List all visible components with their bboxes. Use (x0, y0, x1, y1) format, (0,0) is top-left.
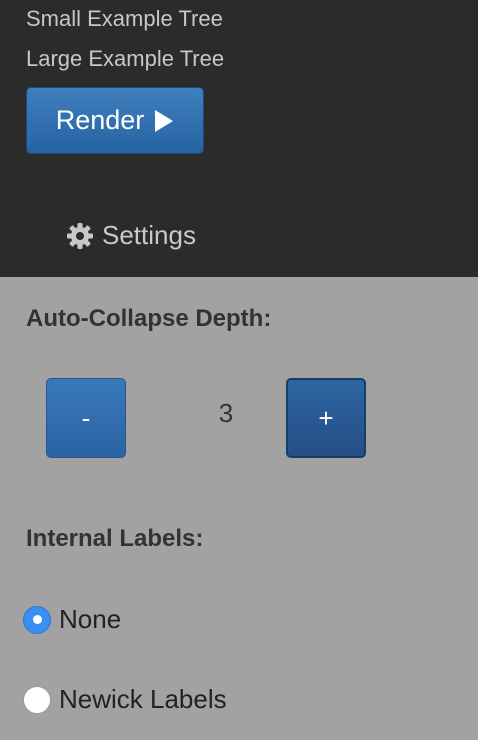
top-panel: Small Example Tree Large Example Tree Re… (0, 0, 478, 277)
radio-button-checked[interactable] (23, 605, 51, 634)
depth-value: 3 (218, 398, 234, 428)
radio-label-newick-labels: Newick Labels (59, 684, 227, 714)
internal-labels-heading: Internal Labels: (26, 525, 204, 552)
render-button[interactable]: Render (26, 87, 204, 154)
radio-option-none[interactable]: None (23, 604, 121, 635)
settings-label: Settings (102, 220, 196, 250)
depth-increment-button[interactable]: + (286, 378, 366, 458)
auto-collapse-depth-heading: Auto-Collapse Depth: (26, 305, 272, 332)
gear-icon (67, 222, 93, 249)
depth-decrement-button[interactable]: - (46, 378, 126, 458)
radio-button-unchecked[interactable] (23, 685, 51, 714)
render-button-label: Render (55, 105, 145, 135)
large-example-tree-link[interactable]: Large Example Tree (26, 46, 224, 72)
play-icon (155, 109, 174, 132)
radio-label-none: None (59, 604, 122, 634)
small-example-tree-link[interactable]: Small Example Tree (26, 6, 223, 32)
radio-option-newick-labels[interactable]: Newick Labels (23, 684, 227, 715)
settings-toggle[interactable]: Settings (66, 220, 196, 251)
